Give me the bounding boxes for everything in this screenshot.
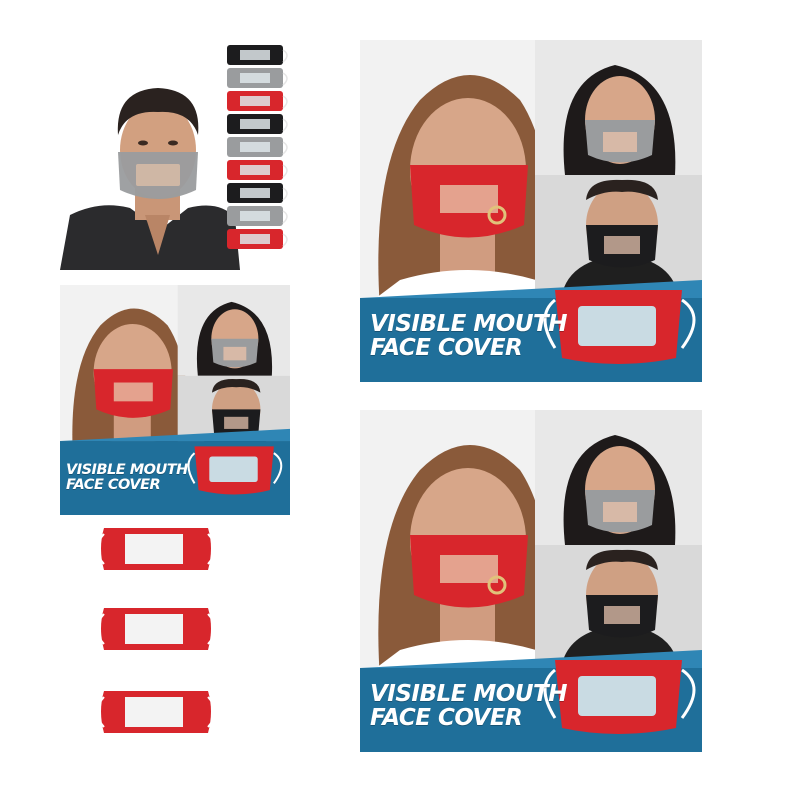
red-masks-stack — [90, 520, 240, 750]
banner-line-2: FACE COVER — [370, 335, 523, 362]
banner-line-2: FACE COVER — [370, 705, 523, 732]
banner-headline-top: VISIBLE MOUTH FACE COVER — [370, 312, 567, 360]
product-photo-man-with-mask-pack — [60, 40, 290, 270]
banner-line-1: VISIBLE MOUTH — [370, 681, 567, 707]
banner-line-2: FACE COVER — [66, 477, 161, 494]
product-collage-large-bottom: VISIBLE MOUTH FACE COVER — [360, 410, 702, 752]
banner-line-1: VISIBLE MOUTH — [370, 311, 567, 337]
product-collage-large-top: VISIBLE MOUTH FACE COVER — [360, 40, 702, 382]
product-collage-small: VISIBLE MOUTH FACE COVER — [60, 285, 290, 515]
banner-headline-bottom: VISIBLE MOUTH FACE COVER — [370, 682, 567, 730]
banner-line-1: VISIBLE MOUTH — [66, 462, 188, 478]
banner-headline-small: VISIBLE MOUTH FACE COVER — [66, 462, 188, 494]
